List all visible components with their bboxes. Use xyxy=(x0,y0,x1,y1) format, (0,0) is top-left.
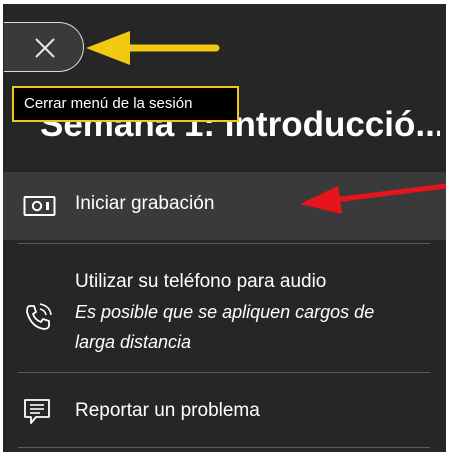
report-message-icon xyxy=(23,398,51,431)
close-session-menu-button[interactable] xyxy=(4,22,84,72)
image-frame-left xyxy=(0,0,3,457)
start-recording-label: Iniciar grabación xyxy=(75,193,215,214)
report-problem-item[interactable]: Reportar un problema xyxy=(3,378,446,446)
close-menu-tooltip: Cerrar menú de la sesión xyxy=(12,86,239,122)
yellow-annotation-arrow xyxy=(86,31,220,65)
close-icon xyxy=(35,38,55,58)
phone-audio-label: Utilizar su teléfono para audio xyxy=(75,271,327,292)
menu-divider xyxy=(18,447,430,448)
session-menu-panel: Semana 1: Introducció... Cerrar menú de … xyxy=(0,0,449,457)
menu-divider xyxy=(18,372,430,373)
phone-audio-note: Es posible que se apliquen cargos de lar… xyxy=(75,302,375,352)
video-camera-icon xyxy=(23,194,57,223)
red-annotation-arrow xyxy=(300,183,449,214)
menu-divider xyxy=(18,243,430,244)
image-frame-bottom xyxy=(0,452,452,457)
image-frame-top xyxy=(0,0,452,4)
image-frame-right xyxy=(446,0,452,457)
report-problem-label: Reportar un problema xyxy=(75,400,260,421)
phone-audio-item[interactable]: Utilizar su teléfono para audio Es posib… xyxy=(3,250,446,368)
phone-icon xyxy=(23,302,53,337)
